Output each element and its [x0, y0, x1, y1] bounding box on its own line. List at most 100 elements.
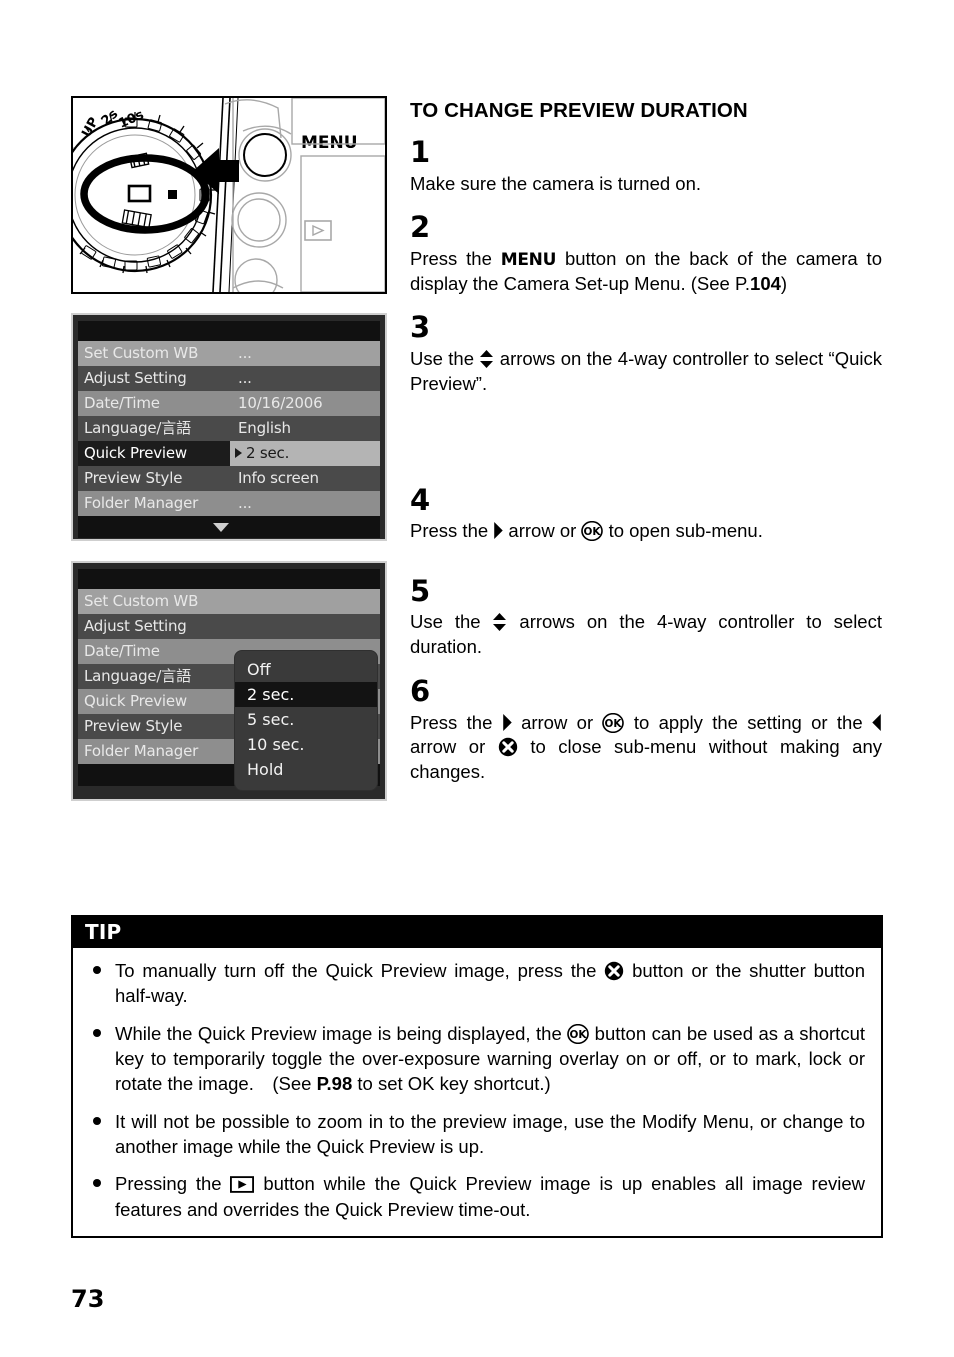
- svg-text:OK: OK: [570, 1029, 588, 1041]
- step2-text-a: Press the: [410, 247, 501, 269]
- step-text-3: Use the arrows on the 4-way controller t…: [410, 347, 882, 397]
- menu-row-value: 2 sec.: [230, 441, 380, 466]
- lcd-menu-screen-2: Set Custom WB Adjust Setting Date/Time L…: [71, 561, 387, 801]
- down-caret-icon[interactable]: [213, 523, 229, 532]
- step-text-6: Press the arrow or OK to apply the setti…: [410, 711, 882, 785]
- right-arrow-icon: [494, 522, 504, 540]
- menu-row-set-custom-wb[interactable]: Set Custom WB ...: [78, 341, 380, 366]
- svg-text:OK: OK: [584, 526, 602, 538]
- ok-button-icon: OK: [602, 712, 625, 733]
- menu-row-folder-manager[interactable]: Folder Manager ...: [78, 491, 380, 516]
- instructions-column: TO CHANGE PREVIEW DURATION 1 Make sure t…: [410, 99, 882, 803]
- menu-row-label: Quick Preview: [78, 441, 230, 466]
- step-number-2: 2: [410, 210, 430, 245]
- tip-box: TIP To manually turn off the Quick Previ…: [71, 915, 883, 1239]
- tip-item-1: To manually turn off the Quick Preview i…: [87, 958, 865, 1009]
- menu-label-text: MENU: [301, 133, 358, 153]
- camera-dial-figure: UP 2s 10s MENU: [71, 96, 387, 294]
- playback-glyph-icon: [304, 220, 332, 241]
- menu-row-language[interactable]: Language/言語 English: [78, 416, 380, 441]
- tip2-text-c: to set OK key shortcut.): [352, 1073, 551, 1095]
- menu-row-value: ...: [238, 369, 252, 387]
- playback-button-icon: [230, 1176, 255, 1194]
- step3-spacer: [410, 415, 882, 487]
- left-illustration-column: UP 2s 10s MENU Set Custom WB ... Adjust …: [71, 96, 389, 801]
- bullet-icon: [93, 966, 101, 974]
- menu-row-set-custom-wb[interactable]: Set Custom WB: [78, 589, 380, 614]
- step-text-1: Make sure the camera is turned on.: [410, 172, 882, 197]
- step-number-6: 6: [410, 673, 430, 708]
- quick-preview-submenu: Off 2 sec. 5 sec. 10 sec. Hold: [235, 651, 377, 790]
- submenu-item-5sec[interactable]: 5 sec.: [235, 707, 377, 732]
- bullet-icon: [93, 1116, 101, 1125]
- up-down-arrows-icon: [480, 349, 494, 368]
- lcd-menu-screen-1: Set Custom WB ... Adjust Setting ... Dat…: [71, 313, 387, 541]
- step5-text-a: Use the: [410, 611, 493, 633]
- submenu-item-10sec[interactable]: 10 sec.: [235, 732, 377, 757]
- ok-button-icon: OK: [581, 521, 604, 542]
- submenu-item-hold[interactable]: Hold: [235, 757, 377, 782]
- menu-row-date-time[interactable]: Date/Time 10/16/2006: [78, 391, 380, 416]
- lcd2-top-bar: [78, 569, 380, 589]
- step6-text-b: arrow or: [511, 711, 603, 733]
- lcd1-bottom-bar: [78, 516, 380, 538]
- tip-item-4: Pressing the button while the Quick Prev…: [87, 1171, 865, 1222]
- step4-text-c: to open sub-menu.: [603, 520, 763, 542]
- menu-button-word: MENU: [500, 249, 557, 270]
- tip-header: TIP: [73, 917, 881, 948]
- tip-item-2: While the Quick Preview image is being d…: [87, 1021, 865, 1097]
- step4-text-b: arrow or: [503, 520, 582, 542]
- step1-text: Make sure the camera is turned on.: [410, 172, 702, 194]
- step4-spacer: [410, 562, 882, 578]
- step-text-2: Press the MENU button on the back of the…: [410, 247, 882, 297]
- page-reference-98: P.98: [316, 1073, 353, 1095]
- step-number-5: 5: [410, 573, 430, 608]
- menu-row-label: Adjust Setting: [84, 369, 187, 387]
- menu-row-value: ...: [238, 344, 252, 362]
- menu-row-quick-preview[interactable]: Quick Preview 2 sec.: [78, 441, 380, 466]
- tip2-text-a: While the Quick Preview image is being d…: [115, 1022, 568, 1044]
- step-number-3: 3: [410, 310, 430, 345]
- page-reference-104: 104: [750, 272, 781, 294]
- menu-row-label: Preview Style: [84, 469, 183, 487]
- menu-row-label: Folder Manager: [84, 494, 199, 512]
- step-text-5: Use the arrows on the 4-way controller t…: [410, 610, 882, 660]
- up-down-arrows-icon: [493, 613, 507, 632]
- menu-row-preview-style[interactable]: Preview Style Info screen: [78, 466, 380, 491]
- menu-row-label: Set Custom WB: [84, 592, 199, 610]
- cancel-button-icon: [498, 738, 517, 757]
- svg-text:OK: OK: [605, 718, 623, 730]
- page-number: 73: [71, 1285, 105, 1313]
- ok-button-icon: OK: [567, 1023, 590, 1044]
- step-number-4: 4: [410, 482, 430, 517]
- menu-row-label: Date/Time: [84, 394, 160, 412]
- section-title: TO CHANGE PREVIEW DURATION: [410, 99, 748, 122]
- right-arrow-icon: [502, 713, 512, 731]
- cancel-button-icon: [605, 961, 624, 981]
- left-arrow-icon: [872, 713, 881, 731]
- menu-row-adjust-setting[interactable]: Adjust Setting ...: [78, 366, 380, 391]
- menu-row-label: Language/言語: [84, 419, 191, 437]
- menu-row-value: English: [238, 419, 291, 437]
- menu-row-adjust-setting[interactable]: Adjust Setting: [78, 614, 380, 639]
- step4-text-a: Press the: [410, 520, 494, 542]
- menu-row-label: Adjust Setting: [84, 617, 187, 635]
- bullet-icon: [93, 1028, 101, 1037]
- submenu-item-off[interactable]: Off: [235, 657, 377, 682]
- menu-row-value-text: 2 sec.: [246, 444, 290, 462]
- menu-row-value: Info screen: [238, 469, 319, 487]
- menu-row-value: ...: [238, 494, 252, 512]
- step6-text-d: arrow or: [410, 736, 498, 758]
- step6-text-a: Press the: [410, 711, 502, 733]
- tip-item-3: It will not be possible to zoom in to th…: [87, 1109, 865, 1160]
- menu-row-value: 10/16/2006: [238, 394, 323, 412]
- tip1-text-a: To manually turn off the Quick Preview i…: [115, 960, 605, 981]
- lcd1-top-bar: [78, 321, 380, 341]
- step3-text-a: Use the: [410, 347, 480, 369]
- step-text-4: Press the arrow or OK to open sub-menu.: [410, 519, 882, 544]
- submenu-item-2sec[interactable]: 2 sec.: [235, 682, 377, 707]
- camera-figure-svg: UP 2s 10s MENU: [73, 98, 385, 292]
- tip4-text-a: Pressing the: [115, 1173, 231, 1195]
- tip3-text-a: It will not be possible to zoom in to th…: [115, 1110, 865, 1158]
- tip-body: To manually turn off the Quick Preview i…: [73, 948, 881, 1236]
